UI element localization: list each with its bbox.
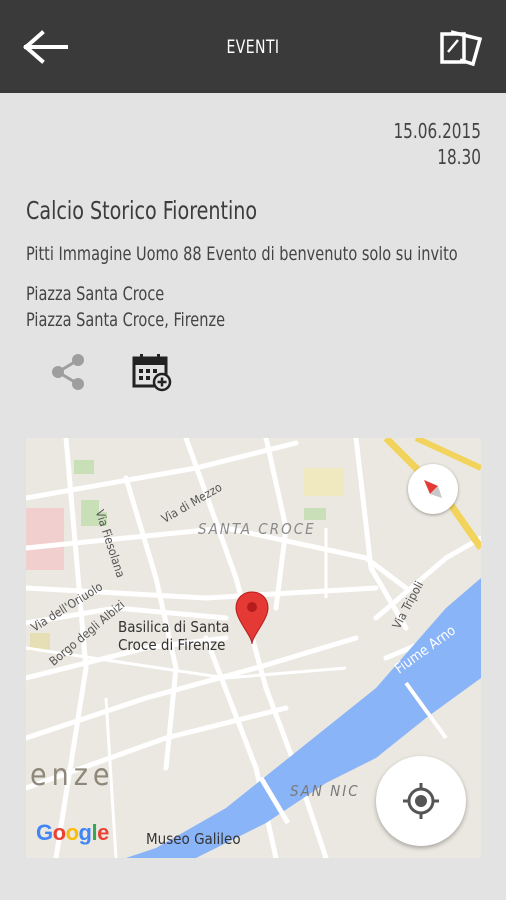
map-poi-basilica-line2: Croce di Firenze	[118, 636, 226, 654]
event-date: 15.06.2015	[393, 119, 481, 143]
my-location-button[interactable]	[376, 756, 466, 846]
event-description: Pitti Immagine Uomo 88 Evento di benvenu…	[26, 243, 458, 265]
event-datetime: 15.06.2015 18.30	[393, 118, 481, 170]
my-location-icon	[403, 783, 439, 819]
map-label-city: enze	[30, 758, 115, 793]
event-venue: Piazza Santa Croce Piazza Santa Croce, F…	[26, 281, 225, 333]
share-icon	[52, 354, 84, 390]
map-poi-museo-galileo: Museo Galileo	[146, 830, 241, 848]
top-bar: EVENTI	[0, 0, 506, 93]
google-logo: Google	[36, 820, 109, 845]
event-title: Calcio Storico Fiorentino	[26, 196, 258, 225]
map-pin-icon	[235, 591, 269, 645]
venue-name: Piazza Santa Croce	[26, 283, 165, 305]
tickets-icon	[440, 30, 483, 67]
compass-icon	[424, 480, 442, 498]
page-title: EVENTI	[226, 36, 280, 58]
tickets-button[interactable]	[436, 26, 484, 68]
map-poi-basilica-line1: Basilica di Santa	[118, 618, 230, 636]
map-poi-basilica: Basilica di Santa Croce di Firenze	[118, 618, 229, 654]
event-map[interactable]: SANTA CROCE Via Fiesolana Via di Mezzo V…	[26, 438, 481, 858]
add-to-calendar-button[interactable]	[131, 352, 173, 392]
map-label-santa-croce: SANTA CROCE	[198, 520, 316, 538]
map-label-san-nicolo: SAN NIC	[290, 782, 360, 800]
venue-address: Piazza Santa Croce, Firenze	[26, 309, 226, 331]
compass-button[interactable]	[408, 464, 458, 514]
event-time: 18.30	[437, 145, 481, 169]
share-button[interactable]	[50, 352, 88, 392]
calendar-add-icon	[132, 354, 172, 392]
